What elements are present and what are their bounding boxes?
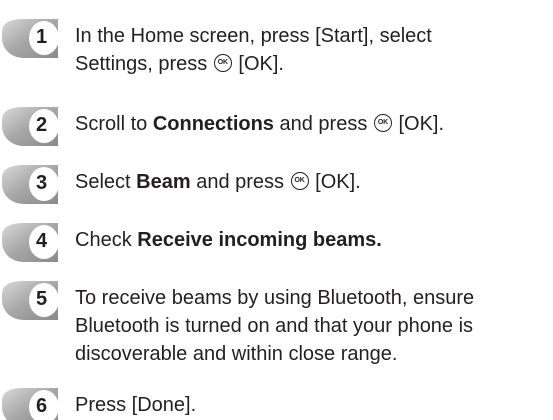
ok-key-icon: OK: [290, 172, 309, 190]
badge-tab-shape: [2, 388, 59, 420]
ok-key-icon: OK: [213, 54, 232, 72]
ok-key-icon: OK: [373, 114, 392, 132]
step-number-badge: 3: [0, 164, 60, 204]
ok-key-label: OK: [377, 119, 388, 126]
step-text-line: Bluetooth is turned on and that your pho…: [75, 315, 474, 337]
step-text-fragment: and press: [279, 113, 368, 135]
step-number-badge: 1: [0, 18, 60, 58]
step-text: To receive beams by using Bluetooth, ens…: [75, 284, 550, 368]
step-number: 6: [36, 395, 48, 417]
menu-item-name: Connections: [152, 113, 274, 135]
badge-tab-shape: [2, 223, 59, 262]
step-number: 3: [36, 172, 48, 194]
step-number-badge: 5: [0, 280, 60, 320]
step-text-line: discoverable and within close range.: [75, 343, 398, 365]
step-number-badge: 6: [0, 387, 60, 420]
option-name: Receive incoming beams.: [137, 229, 382, 251]
step-number: 4: [36, 230, 48, 252]
step-number: 5: [36, 288, 48, 310]
step-text-fragment: [OK].: [398, 113, 445, 135]
badge-tab-shape: [2, 165, 59, 204]
step-text-line: Settings, press OK [OK].: [75, 50, 550, 78]
badge-tab-shape: [2, 19, 59, 58]
step-text: Press [Done].: [75, 391, 550, 419]
step-text-fragment: Settings, press: [75, 53, 208, 75]
step-text-line: In the Home screen, press [Start], selec…: [75, 25, 432, 47]
step-text-fragment: [OK].: [238, 53, 284, 75]
step-text-line: To receive beams by using Bluetooth, ens…: [75, 287, 475, 309]
step-number: 2: [36, 114, 48, 136]
step-number-badge: 4: [0, 222, 60, 262]
step-text-fragment: Select: [75, 171, 131, 193]
step-text-fragment: [OK].: [315, 171, 361, 193]
step-text-fragment: and press: [196, 171, 285, 193]
step-text-fragment: Press [Done].: [75, 394, 197, 416]
step-text: Check Receive incoming beams.: [75, 226, 550, 254]
menu-item-name: Beam: [136, 171, 191, 193]
ok-key-label: OK: [294, 177, 305, 184]
badge-tab-shape: [2, 107, 59, 146]
step-text-fragment: Check: [75, 229, 132, 251]
step-text: Select Beam and press OK [OK].: [75, 168, 550, 196]
badge-tab-shape: [2, 281, 59, 320]
step-number-badge: 2: [0, 106, 60, 146]
step-number: 1: [36, 26, 48, 48]
step-text: In the Home screen, press [Start], selec…: [75, 22, 550, 78]
step-text: Scroll to Connections and press OK [OK].: [75, 110, 550, 138]
ok-key-label: OK: [217, 59, 228, 66]
step-text-fragment: Scroll to: [75, 113, 148, 135]
